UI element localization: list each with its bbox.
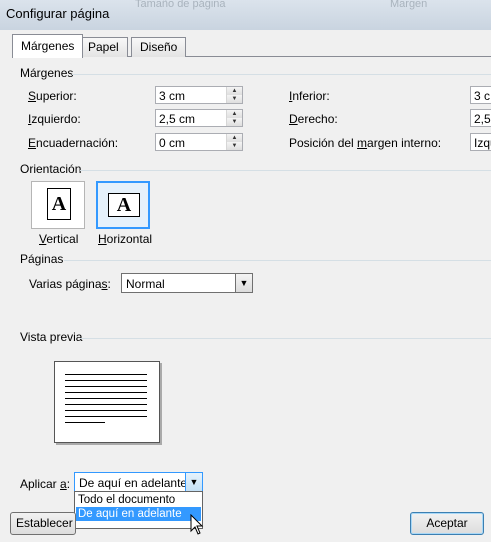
bottom-margin-value: 3 c	[474, 89, 491, 103]
window-title: Configurar página	[6, 6, 110, 21]
ghost-tab-margin: Margen	[390, 0, 428, 10]
apply-to-dropdown-list: Todo el documento De aquí en adelante	[74, 491, 203, 529]
multiple-pages-label: Varias páginas:	[29, 277, 111, 291]
gutter-label: Encuadernación:	[28, 136, 119, 150]
top-margin-spinner[interactable]: 3 cm ▲ ▼	[155, 86, 243, 104]
preview-line	[65, 380, 147, 381]
gutter-value: 0 cm	[159, 136, 186, 150]
pages-group-label: Páginas	[20, 252, 64, 266]
landscape-page-icon: A	[108, 193, 140, 217]
tab-margins[interactable]: Márgenes	[12, 34, 84, 58]
preview-line	[65, 404, 147, 405]
mouse-pointer-icon	[190, 514, 204, 535]
page-preview	[54, 361, 160, 443]
set-default-button[interactable]: Establecer c	[10, 512, 76, 535]
gutter-spinner[interactable]: 0 cm ▲ ▼	[155, 133, 243, 151]
orientation-group-label: Orientación	[20, 162, 82, 176]
ghost-tab-size: Tamaño de página	[135, 0, 226, 10]
left-margin-spinner[interactable]: 2,5 cm ▲ ▼	[155, 109, 243, 127]
preview-group-label: Vista previa	[20, 330, 83, 344]
right-margin-value: 2,5	[474, 112, 491, 126]
apply-to-select[interactable]: De aquí en adelante ▼	[74, 472, 203, 492]
apply-option-this-point-forward[interactable]: De aquí en adelante	[76, 507, 201, 521]
top-margin-label: Superior:	[28, 89, 77, 103]
margins-separator	[72, 74, 491, 75]
portrait-page-icon: A	[47, 188, 71, 220]
orientation-horizontal-label: Horizontal	[98, 232, 153, 246]
ok-label: Aceptar	[426, 516, 468, 530]
bottom-margin-spinner[interactable]: 3 c	[470, 86, 491, 104]
orientation-vertical-option[interactable]: A	[31, 181, 85, 229]
tab-label: Diseño	[140, 40, 178, 54]
chevron-down-icon[interactable]: ▼	[235, 274, 252, 292]
right-margin-label: Derecho:	[289, 112, 338, 126]
tab-label: Márgenes	[21, 39, 75, 53]
pages-separator	[64, 260, 491, 261]
margins-group-label: Márgenes	[20, 66, 74, 80]
gutter-position-select[interactable]: Izqu	[470, 133, 491, 151]
arrow-down-icon[interactable]: ▼	[227, 95, 242, 103]
bottom-margin-label: Inferior:	[289, 89, 330, 103]
set-default-label: Establecer c	[16, 516, 76, 530]
preview-separator	[80, 338, 491, 339]
arrow-down-icon[interactable]: ▼	[227, 142, 242, 150]
orientation-vertical-label: Vertical	[39, 232, 79, 246]
orientation-horizontal-option[interactable]: A	[96, 181, 150, 229]
gutter-position-label: Posición del margen interno:	[289, 136, 442, 150]
preview-line	[65, 398, 147, 399]
tab-paper[interactable]: Papel	[79, 37, 128, 57]
preview-line	[65, 410, 147, 411]
preview-line	[65, 422, 105, 423]
top-margin-value: 3 cm	[159, 89, 186, 103]
left-margin-label: Izquierdo:	[28, 112, 81, 126]
preview-line	[65, 392, 147, 393]
arrow-down-icon[interactable]: ▼	[227, 118, 242, 126]
apply-option-whole-document[interactable]: Todo el documento	[76, 493, 201, 507]
tab-layout[interactable]: Diseño	[131, 37, 187, 57]
multiple-pages-value: Normal	[126, 277, 165, 291]
gutter-position-value: Izqu	[474, 136, 491, 150]
tab-label: Papel	[88, 40, 119, 54]
right-margin-spinner[interactable]: 2,5	[470, 109, 491, 127]
multiple-pages-select[interactable]: Normal ▼	[121, 273, 253, 293]
apply-to-label: Aplicar a:	[20, 477, 71, 491]
apply-to-value: De aquí en adelante	[79, 476, 188, 490]
chevron-down-icon[interactable]: ▼	[185, 473, 202, 491]
preview-line	[65, 416, 147, 417]
orientation-separator	[80, 170, 491, 171]
preview-line	[65, 386, 147, 387]
left-margin-value: 2,5 cm	[159, 112, 196, 126]
preview-line	[65, 374, 147, 375]
ok-button[interactable]: Aceptar	[410, 512, 484, 535]
